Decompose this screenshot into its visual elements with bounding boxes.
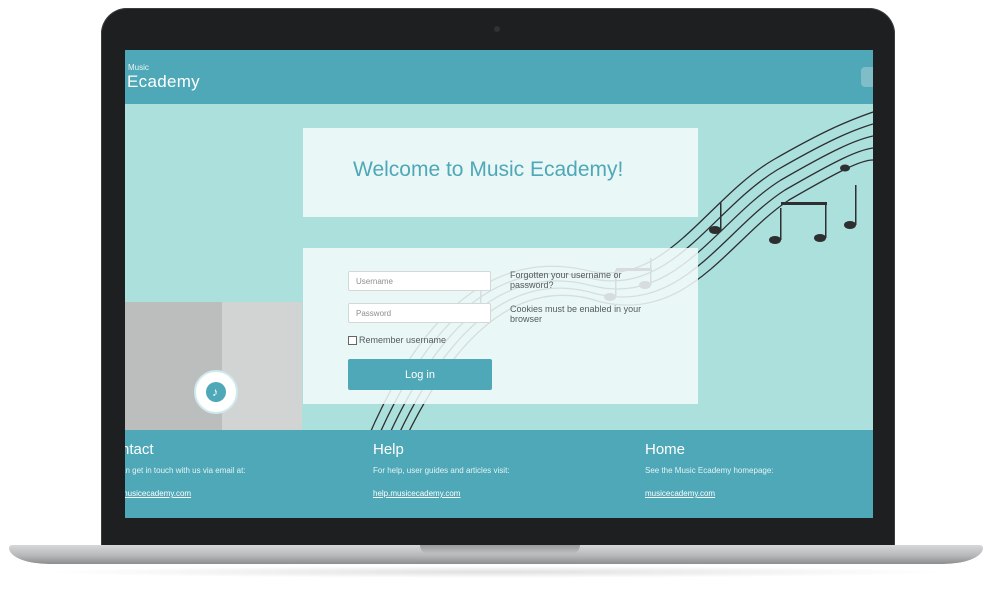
- footer-contact: ntact an get in touch with us via email …: [125, 441, 246, 498]
- login-panel: Remember username Log in Forgotten your …: [303, 248, 698, 404]
- music-note-icon: ♪: [212, 385, 218, 399]
- footer-home-text: See the Music Ecademy homepage:: [645, 466, 774, 475]
- remember-username-label: Remember username: [359, 335, 447, 345]
- remember-username-row[interactable]: Remember username: [348, 334, 446, 346]
- screen: Music Ecademy ♪ Welcome to Music Ecademy…: [125, 50, 873, 518]
- footer-contact-link[interactable]: musicecademy.com: [125, 489, 246, 498]
- gray-block-middle: [222, 302, 302, 430]
- cookies-notice: Cookies must be enabled in your browser: [510, 304, 642, 324]
- laptop-shadow: [40, 566, 950, 578]
- footer-help-heading: Help: [373, 441, 404, 458]
- forgot-password-link[interactable]: Forgotten your username or password?: [510, 270, 660, 290]
- footer-home: Home See the Music Ecademy homepage: mus…: [645, 441, 774, 498]
- music-ecademy-badge: ♪: [194, 370, 238, 414]
- user-menu-button[interactable]: [861, 67, 873, 87]
- logo-small-text: Music: [128, 63, 149, 72]
- badge-circle: ♪: [206, 382, 226, 402]
- laptop-notch: [420, 545, 580, 554]
- username-input[interactable]: [348, 271, 491, 291]
- footer-contact-text: an get in touch with us via email at:: [125, 466, 246, 475]
- camera: [494, 26, 500, 32]
- welcome-panel: Welcome to Music Ecademy!: [303, 128, 698, 217]
- footer-home-link[interactable]: musicecademy.com: [645, 489, 774, 498]
- footer-help-text: For help, user guides and articles visit…: [373, 466, 510, 475]
- footer-contact-heading: ntact: [125, 441, 154, 458]
- login-button[interactable]: Log in: [348, 359, 492, 390]
- footer-help-link[interactable]: help.musicecademy.com: [373, 489, 510, 498]
- welcome-title: Welcome to Music Ecademy!: [353, 158, 624, 181]
- remember-username-checkbox[interactable]: [348, 335, 357, 345]
- footer-home-heading: Home: [645, 441, 686, 458]
- password-input[interactable]: [348, 303, 491, 323]
- footer-help: Help For help, user guides and articles …: [373, 441, 510, 498]
- footer: ntact an get in touch with us via email …: [125, 430, 873, 518]
- logo[interactable]: Ecademy: [127, 72, 200, 92]
